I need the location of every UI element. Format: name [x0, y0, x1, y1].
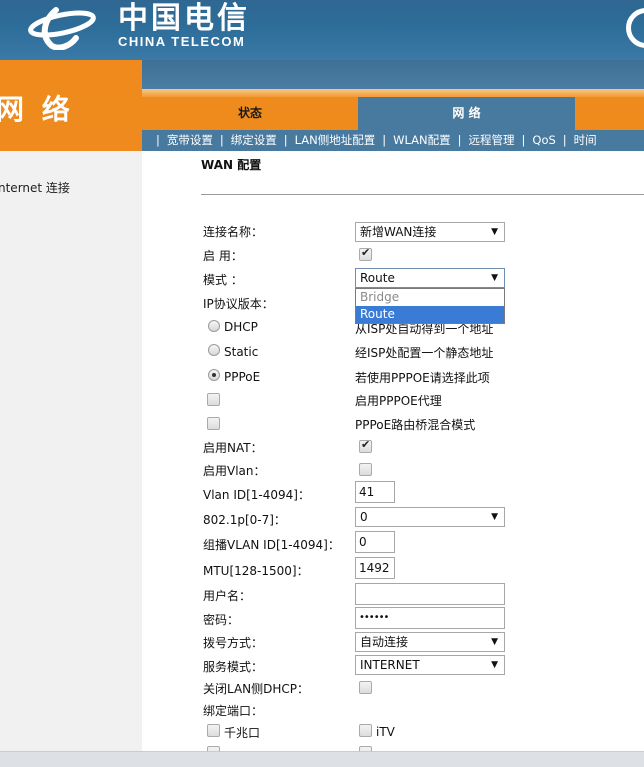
sub-tab-wlan[interactable]: WLAN配置 — [393, 130, 451, 151]
conn-name-select[interactable]: 新增WAN连接 ▼ — [355, 222, 505, 242]
bottom-bar — [0, 751, 644, 767]
divider — [201, 194, 644, 195]
dhcp-label: DHCP — [224, 320, 258, 334]
static-radio[interactable] — [208, 344, 220, 356]
caret-down-icon: ▼ — [491, 660, 498, 670]
mtu-label: MTU[128-1500]： — [203, 564, 309, 578]
sidebar: nternet 连接 — [0, 151, 142, 751]
enable-label: 启 用： — [203, 249, 243, 263]
sub-tab-qos[interactable]: QoS — [532, 130, 555, 151]
sub-tab-time[interactable]: 时间 — [574, 130, 597, 151]
tab-status[interactable]: 状态 — [142, 97, 358, 130]
dot1p-value: 0 — [360, 510, 368, 524]
separator: | — [283, 133, 288, 147]
mcast-vlan-label: 组播VLAN ID[1-4094]： — [203, 538, 340, 552]
bind-port-label: 绑定端口： — [203, 704, 264, 718]
sub-tab-broadband[interactable]: 宽带设置 — [167, 130, 213, 151]
pppoe-desc: 若使用PPPOE请选择此项 — [355, 371, 490, 385]
password-input[interactable]: •••••• — [355, 607, 505, 629]
dial-mode-select[interactable]: 自动连接 ▼ — [355, 632, 505, 652]
static-desc: 经ISP处配置一个静态地址 — [355, 346, 494, 360]
top-blue-bar — [142, 60, 644, 90]
static-label: Static — [224, 345, 259, 359]
nat-checkbox[interactable] — [359, 438, 372, 453]
dot1p-label: 802.1p[0-7]： — [203, 513, 286, 527]
service-mode-value: INTERNET — [360, 658, 420, 672]
vlan-label: 启用Vlan： — [203, 464, 266, 478]
mode-value: Route — [360, 271, 395, 285]
password-label: 密码： — [203, 613, 240, 627]
username-input[interactable] — [355, 583, 505, 605]
mode-dropdown-list: Bridge Route — [355, 288, 505, 324]
pppoe-bridge-desc: PPPoE路由桥混合模式 — [355, 418, 476, 432]
separator: | — [457, 133, 462, 147]
vlan-id-label: Vlan ID[1-4094]： — [203, 488, 310, 502]
logo-english-text: CHINA TELECOM — [118, 34, 246, 49]
separator: | — [219, 133, 224, 147]
separator: | — [562, 133, 567, 147]
port-gigabit-label: 千兆口 — [224, 726, 261, 740]
close-lan-dhcp-label: 关闭LAN侧DHCP： — [203, 682, 310, 696]
sub-tab-remote[interactable]: 远程管理 — [469, 130, 515, 151]
sub-tabs: | 宽带设置 | 绑定设置 | LAN侧地址配置 | WLAN配置 | 远程管理 | QoS | 时间 — [142, 130, 644, 151]
sub-tab-binding[interactable]: 绑定设置 — [231, 130, 277, 151]
dhcp-radio[interactable] — [208, 320, 220, 332]
pppoe-bridge-checkbox[interactable] — [207, 417, 220, 430]
china-telecom-logo-icon — [28, 7, 96, 50]
ip-version-label: IP协议版本： — [203, 297, 274, 311]
mode-option-bridge[interactable]: Bridge — [356, 289, 504, 306]
sidebar-item-internet[interactable]: nternet 连接 — [0, 179, 70, 196]
service-mode-select[interactable]: INTERNET ▼ — [355, 655, 505, 675]
header-circle-icon — [626, 8, 644, 48]
mtu-input[interactable]: 1492 — [355, 557, 395, 579]
close-lan-dhcp-checkbox[interactable] — [359, 681, 372, 694]
pppoe-label: PPPoE — [224, 370, 261, 384]
orange-strip — [142, 89, 644, 97]
separator: | — [382, 133, 387, 147]
caret-down-icon: ▼ — [491, 273, 498, 283]
mode-label: 模式 ： — [203, 273, 243, 287]
main-tabs: 状态 网 络 — [142, 97, 644, 130]
page-title: WAN 配置 — [201, 158, 262, 172]
section-title: 网 络 — [0, 93, 74, 126]
pppoe-radio[interactable] — [208, 369, 220, 381]
port-itv-label: iTV — [376, 725, 395, 739]
caret-down-icon: ▼ — [491, 227, 498, 237]
caret-down-icon: ▼ — [491, 512, 498, 522]
pppoe-proxy-checkbox[interactable] — [207, 393, 220, 406]
mode-select[interactable]: Route ▼ — [355, 268, 505, 288]
enable-checkbox[interactable] — [359, 246, 372, 261]
service-mode-label: 服务模式： — [203, 660, 264, 674]
pppoe-proxy-desc: 启用PPPOE代理 — [355, 394, 442, 408]
vlan-id-input[interactable]: 41 — [355, 481, 395, 503]
vlan-checkbox[interactable] — [359, 463, 372, 476]
mcast-vlan-input[interactable]: 0 — [355, 531, 395, 553]
mode-option-route[interactable]: Route — [356, 306, 504, 323]
header-bar: 中国电信 CHINA TELECOM — [0, 0, 644, 60]
nat-label: 启用NAT： — [203, 441, 263, 455]
left-section-header: 网 络 — [0, 60, 142, 151]
dial-mode-label: 拨号方式： — [203, 636, 264, 650]
sub-tab-lan-address[interactable]: LAN侧地址配置 — [295, 130, 376, 151]
dial-mode-value: 自动连接 — [360, 635, 409, 649]
username-label: 用户名： — [203, 589, 252, 603]
conn-name-label: 连接名称： — [203, 225, 264, 239]
caret-down-icon: ▼ — [491, 637, 498, 647]
port-itv-checkbox[interactable] — [359, 724, 372, 737]
dot1p-select[interactable]: 0 ▼ — [355, 507, 505, 527]
logo-chinese-text: 中国电信 — [118, 1, 250, 36]
separator: | — [521, 133, 526, 147]
conn-name-value: 新增WAN连接 — [360, 225, 437, 239]
tab-network[interactable]: 网 络 — [358, 97, 575, 130]
separator: | — [156, 133, 160, 147]
port-gigabit-checkbox[interactable] — [207, 724, 220, 737]
